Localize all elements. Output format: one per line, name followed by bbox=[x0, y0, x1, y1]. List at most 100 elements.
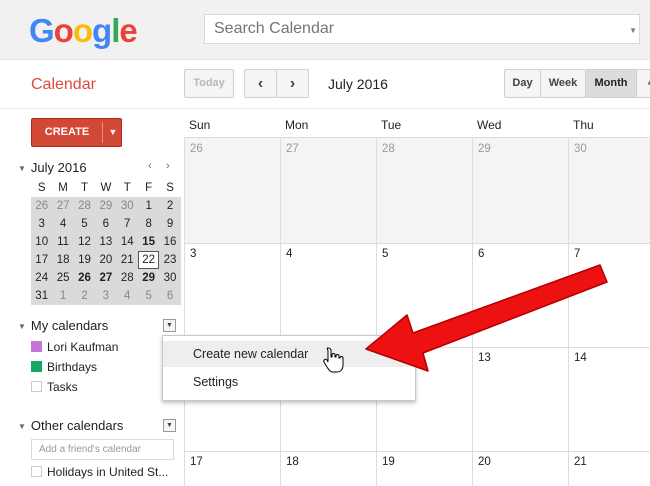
day-cell[interactable]: 3 bbox=[185, 244, 280, 347]
mini-day-cell[interactable]: 7 bbox=[117, 215, 138, 233]
mini-day-cell[interactable]: 1 bbox=[52, 287, 73, 305]
next-period-button[interactable]: › bbox=[276, 69, 309, 98]
calendar-color-swatch[interactable] bbox=[31, 381, 42, 392]
create-new-calendar-item[interactable]: Create new calendar bbox=[163, 341, 415, 367]
day-cell[interactable]: 4 bbox=[281, 244, 376, 347]
collapse-triangle-icon[interactable]: ▼ bbox=[18, 164, 26, 173]
other-calendar-item[interactable]: Holidays in United St... bbox=[31, 465, 168, 479]
mini-day-cell[interactable]: 25 bbox=[52, 269, 73, 287]
collapse-triangle-icon[interactable]: ▼ bbox=[18, 322, 26, 331]
mini-day-cell[interactable]: 6 bbox=[159, 287, 180, 305]
mini-day-cell[interactable]: 31 bbox=[31, 287, 52, 305]
mini-day-cell[interactable]: 27 bbox=[95, 269, 116, 287]
mini-day-cell[interactable]: 30 bbox=[117, 197, 138, 215]
mini-day-cell[interactable]: 4 bbox=[117, 287, 138, 305]
create-dropdown-icon[interactable]: ▼ bbox=[104, 119, 122, 146]
mini-day-cell[interactable]: 2 bbox=[159, 197, 180, 215]
logo-letter: o bbox=[72, 12, 93, 49]
my-calendar-item[interactable]: Tasks bbox=[31, 380, 78, 394]
mini-day-cell[interactable]: 29 bbox=[138, 269, 159, 287]
mini-day-cell[interactable]: 10 bbox=[31, 233, 52, 251]
view-4days-button[interactable]: 4 bbox=[636, 69, 650, 98]
day-cell[interactable]: 18 bbox=[281, 452, 376, 486]
mini-day-cell[interactable]: 26 bbox=[74, 269, 95, 287]
day-cell[interactable]: 6 bbox=[473, 244, 568, 347]
mini-day-cell[interactable]: 5 bbox=[138, 287, 159, 305]
mini-day-cell[interactable]: 9 bbox=[159, 215, 180, 233]
other-calendars-header[interactable]: ▼ Other calendars bbox=[18, 418, 123, 433]
mini-prev-month-icon[interactable]: ‹ bbox=[148, 160, 152, 172]
my-calendars-dropdown-icon[interactable]: ▼ bbox=[163, 319, 176, 332]
create-button-label[interactable]: CREATE bbox=[32, 119, 102, 146]
view-week-button[interactable]: Week bbox=[540, 69, 586, 98]
day-cell[interactable]: 7 bbox=[569, 244, 650, 347]
mini-day-cell[interactable]: 11 bbox=[52, 233, 73, 251]
mini-day-cell[interactable]: 1 bbox=[138, 197, 159, 215]
mini-week-row: 3456789 bbox=[31, 215, 181, 233]
mini-calendar-header[interactable]: ▼ July 2016 bbox=[18, 160, 87, 175]
my-calendar-item[interactable]: Birthdays bbox=[31, 360, 97, 374]
mini-day-cell[interactable]: 4 bbox=[52, 215, 73, 233]
mini-weekday-label: S bbox=[166, 182, 174, 194]
other-calendars-dropdown-icon[interactable]: ▼ bbox=[163, 419, 176, 432]
mini-day-cell[interactable]: 28 bbox=[117, 269, 138, 287]
mini-day-cell[interactable]: 24 bbox=[31, 269, 52, 287]
mini-day-cell[interactable]: 19 bbox=[74, 251, 95, 269]
day-number: 7 bbox=[574, 248, 581, 260]
mini-day-cell[interactable]: 26 bbox=[31, 197, 52, 215]
day-cell[interactable]: 28 bbox=[377, 139, 472, 243]
calendar-color-swatch[interactable] bbox=[31, 466, 42, 477]
mini-day-cell[interactable]: 17 bbox=[31, 251, 52, 269]
mini-day-cell[interactable]: 8 bbox=[138, 215, 159, 233]
view-month-button[interactable]: Month bbox=[585, 69, 637, 98]
mini-day-cell[interactable]: 5 bbox=[74, 215, 95, 233]
add-friend-calendar-input[interactable]: Add a friend's calendar bbox=[31, 439, 174, 460]
day-cell[interactable]: 13 bbox=[473, 348, 568, 451]
view-day-button[interactable]: Day bbox=[504, 69, 541, 98]
mini-day-cell[interactable]: 30 bbox=[159, 269, 180, 287]
prev-period-button[interactable]: ‹ bbox=[244, 69, 277, 98]
google-logo[interactable]: Google bbox=[29, 12, 138, 50]
mini-day-cell[interactable]: 6 bbox=[95, 215, 116, 233]
my-calendars-header[interactable]: ▼ My calendars bbox=[18, 318, 108, 333]
day-cell[interactable]: 27 bbox=[281, 139, 376, 243]
search-input[interactable] bbox=[214, 20, 614, 38]
search-options-icon[interactable]: ▼ bbox=[629, 26, 637, 35]
collapse-triangle-icon[interactable]: ▼ bbox=[18, 422, 26, 431]
mini-day-cell[interactable]: 22 bbox=[137, 251, 160, 269]
mini-day-cell[interactable]: 28 bbox=[74, 197, 95, 215]
calendar-color-swatch[interactable] bbox=[31, 341, 42, 352]
day-cell[interactable]: 29 bbox=[473, 139, 568, 243]
mini-next-month-icon[interactable]: › bbox=[166, 160, 170, 172]
other-calendars-label: Other calendars bbox=[30, 418, 124, 433]
calendar-name-label: Tasks bbox=[47, 380, 78, 394]
mini-day-cell[interactable]: 3 bbox=[95, 287, 116, 305]
day-cell[interactable]: 26 bbox=[185, 139, 280, 243]
day-cell[interactable]: 14 bbox=[569, 348, 650, 451]
day-cell[interactable]: 5 bbox=[377, 244, 472, 347]
mini-day-cell[interactable]: 15 bbox=[138, 233, 159, 251]
mini-day-cell[interactable]: 2 bbox=[74, 287, 95, 305]
calendar-color-swatch[interactable] bbox=[31, 361, 42, 372]
mini-day-cell[interactable]: 29 bbox=[95, 197, 116, 215]
my-calendar-item[interactable]: Lori Kaufman bbox=[31, 340, 118, 354]
day-cell[interactable]: 30 bbox=[569, 139, 650, 243]
create-button[interactable]: CREATE ▼ bbox=[31, 118, 122, 147]
mini-day-cell[interactable]: 23 bbox=[159, 251, 180, 269]
mini-day-cell[interactable]: 14 bbox=[117, 233, 138, 251]
mini-day-cell[interactable]: 13 bbox=[95, 233, 116, 251]
mini-day-cell[interactable]: 27 bbox=[52, 197, 73, 215]
search-box[interactable]: ▼ bbox=[204, 14, 640, 44]
today-button[interactable]: Today bbox=[184, 69, 234, 98]
mini-day-cell[interactable]: 21 bbox=[117, 251, 138, 269]
day-cell[interactable]: 20 bbox=[473, 452, 568, 486]
mini-day-cell[interactable]: 12 bbox=[74, 233, 95, 251]
mini-day-cell[interactable]: 3 bbox=[31, 215, 52, 233]
mini-day-cell[interactable]: 20 bbox=[95, 251, 116, 269]
day-cell[interactable]: 21 bbox=[569, 452, 650, 486]
mini-day-cell[interactable]: 18 bbox=[52, 251, 73, 269]
mini-day-cell[interactable]: 16 bbox=[159, 233, 180, 251]
day-cell[interactable]: 19 bbox=[377, 452, 472, 486]
day-cell[interactable]: 17 bbox=[185, 452, 280, 486]
settings-item[interactable]: Settings bbox=[163, 369, 415, 395]
